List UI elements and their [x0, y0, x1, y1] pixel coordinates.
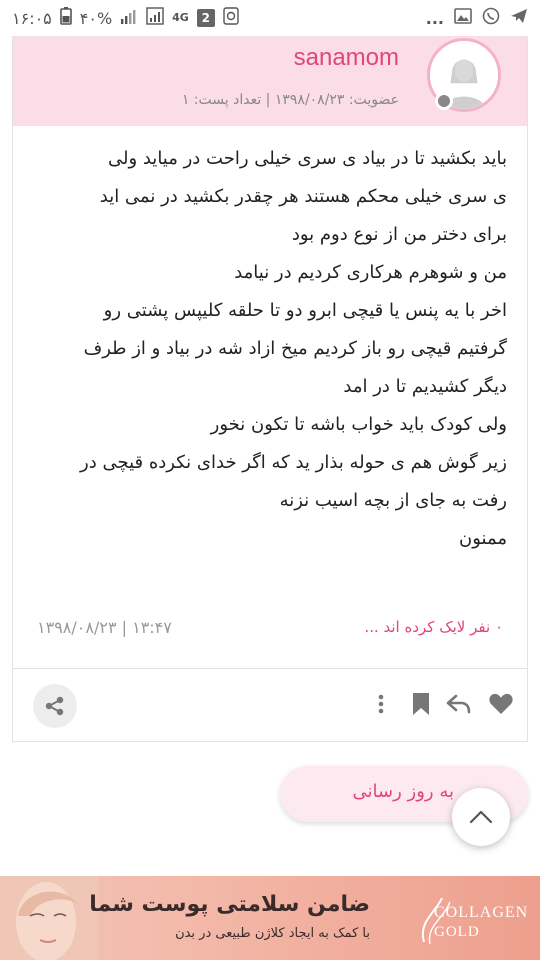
whatsapp-icon: [482, 7, 500, 29]
status-dot: [435, 92, 453, 110]
more-vertical-icon: [378, 694, 384, 714]
share-button[interactable]: [33, 684, 77, 728]
divider: [13, 668, 527, 669]
ad-face-image: [0, 876, 98, 960]
reply-icon: [446, 694, 471, 714]
recycle-icon: [223, 7, 239, 29]
likes-row: ۱۳:۴۷ | ۱۳۹۸/۰۸/۲۳ ۰ نفر لایک کرده اند .…: [13, 614, 527, 644]
post-body: باید بکشید تا در بیاد ی سری خیلی راحت در…: [27, 140, 507, 558]
post-header: sanamom عضویت: ۱۳۹۸/۰۸/۲۳ | تعداد پست: ۱: [13, 36, 527, 126]
post-line: اخر با یه پنس یا قیچی ابرو دو تا حلقه کل…: [103, 300, 507, 321]
ad-subline: با کمک به ایجاد کلاژن طبیعی در بدن: [175, 926, 370, 941]
battery-percent: ۴۰%: [79, 8, 113, 28]
post-line: دیگر کشیدیم تا در امد: [343, 376, 507, 397]
chevron-up-icon: [469, 810, 493, 824]
more-button[interactable]: [367, 690, 395, 718]
post-line: زیر گوش هم ی حوله بذار ید که اگر خدای نک…: [80, 452, 507, 473]
post-line: باید بکشید تا در بیاد ی سری خیلی راحت در…: [107, 148, 507, 169]
ad-logo-line1: COLLAGEN: [434, 904, 529, 921]
post-line: ممنون: [459, 528, 507, 549]
bookmark-icon: [413, 693, 429, 715]
post-card: sanamom عضویت: ۱۳۹۸/۰۸/۲۳ | تعداد پست: ۱…: [12, 36, 528, 742]
bookmark-button[interactable]: [407, 690, 435, 718]
post-actions: [13, 670, 527, 740]
like-button[interactable]: [487, 690, 515, 718]
more-notifications: ...: [425, 8, 444, 28]
post-line: گرفتیم قیچی رو باز کردیم میخ ازاد شه در …: [83, 338, 507, 359]
telegram-icon: [510, 7, 528, 29]
status-time: ۱۶:۰۵: [12, 8, 52, 28]
post-date: ۱۳:۴۷ | ۱۳۹۸/۰۸/۲۳: [37, 618, 172, 637]
refresh-label: به روز رسانی: [352, 781, 454, 802]
ad-logo: COLLAGEN GOLD: [416, 892, 529, 948]
status-bar: ۱۶:۰۵ ۴۰% 4G 2 ...: [0, 0, 540, 36]
signal-icon: [120, 7, 138, 29]
ad-logo-line2: GOLD: [434, 924, 480, 940]
gallery-icon: [454, 8, 472, 28]
post-line: ی سری خیلی محکم هستند هر چقدر بکشید در ن…: [99, 186, 507, 207]
share-icon: [45, 696, 64, 716]
status-bar-left: ۱۶:۰۵ ۴۰% 4G 2: [12, 7, 239, 29]
member-meta: عضویت: ۱۳۹۸/۰۸/۲۳ | تعداد پست: ۱: [181, 92, 399, 108]
ad-headline: ضامن سلامتی پوست شما: [89, 892, 370, 917]
status-bar-right: ...: [426, 7, 528, 29]
heart-icon: [489, 693, 513, 714]
post-line: برای دختر من از نوع دوم بود: [291, 224, 507, 245]
scroll-top-button[interactable]: [452, 788, 510, 846]
battery-icon: [59, 7, 72, 29]
signal-2-icon: [146, 7, 164, 29]
post-line: رفت به جای از بچه اسیب نزنه: [279, 490, 507, 511]
likes-link[interactable]: ۰ نفر لایک کرده اند ...: [364, 618, 503, 636]
post-username[interactable]: sanamom: [294, 44, 399, 72]
reply-button[interactable]: [445, 690, 473, 718]
sim-badge: 2: [196, 9, 215, 27]
network-type: 4G: [172, 11, 189, 24]
post-line: ولی کودک باید خواب باشه تا تکون نخور: [210, 414, 507, 435]
post-line: من و شوهرم هرکاری کردیم در نیامد: [234, 262, 507, 283]
ad-banner[interactable]: ضامن سلامتی پوست شما با کمک به ایجاد کلا…: [0, 876, 540, 960]
